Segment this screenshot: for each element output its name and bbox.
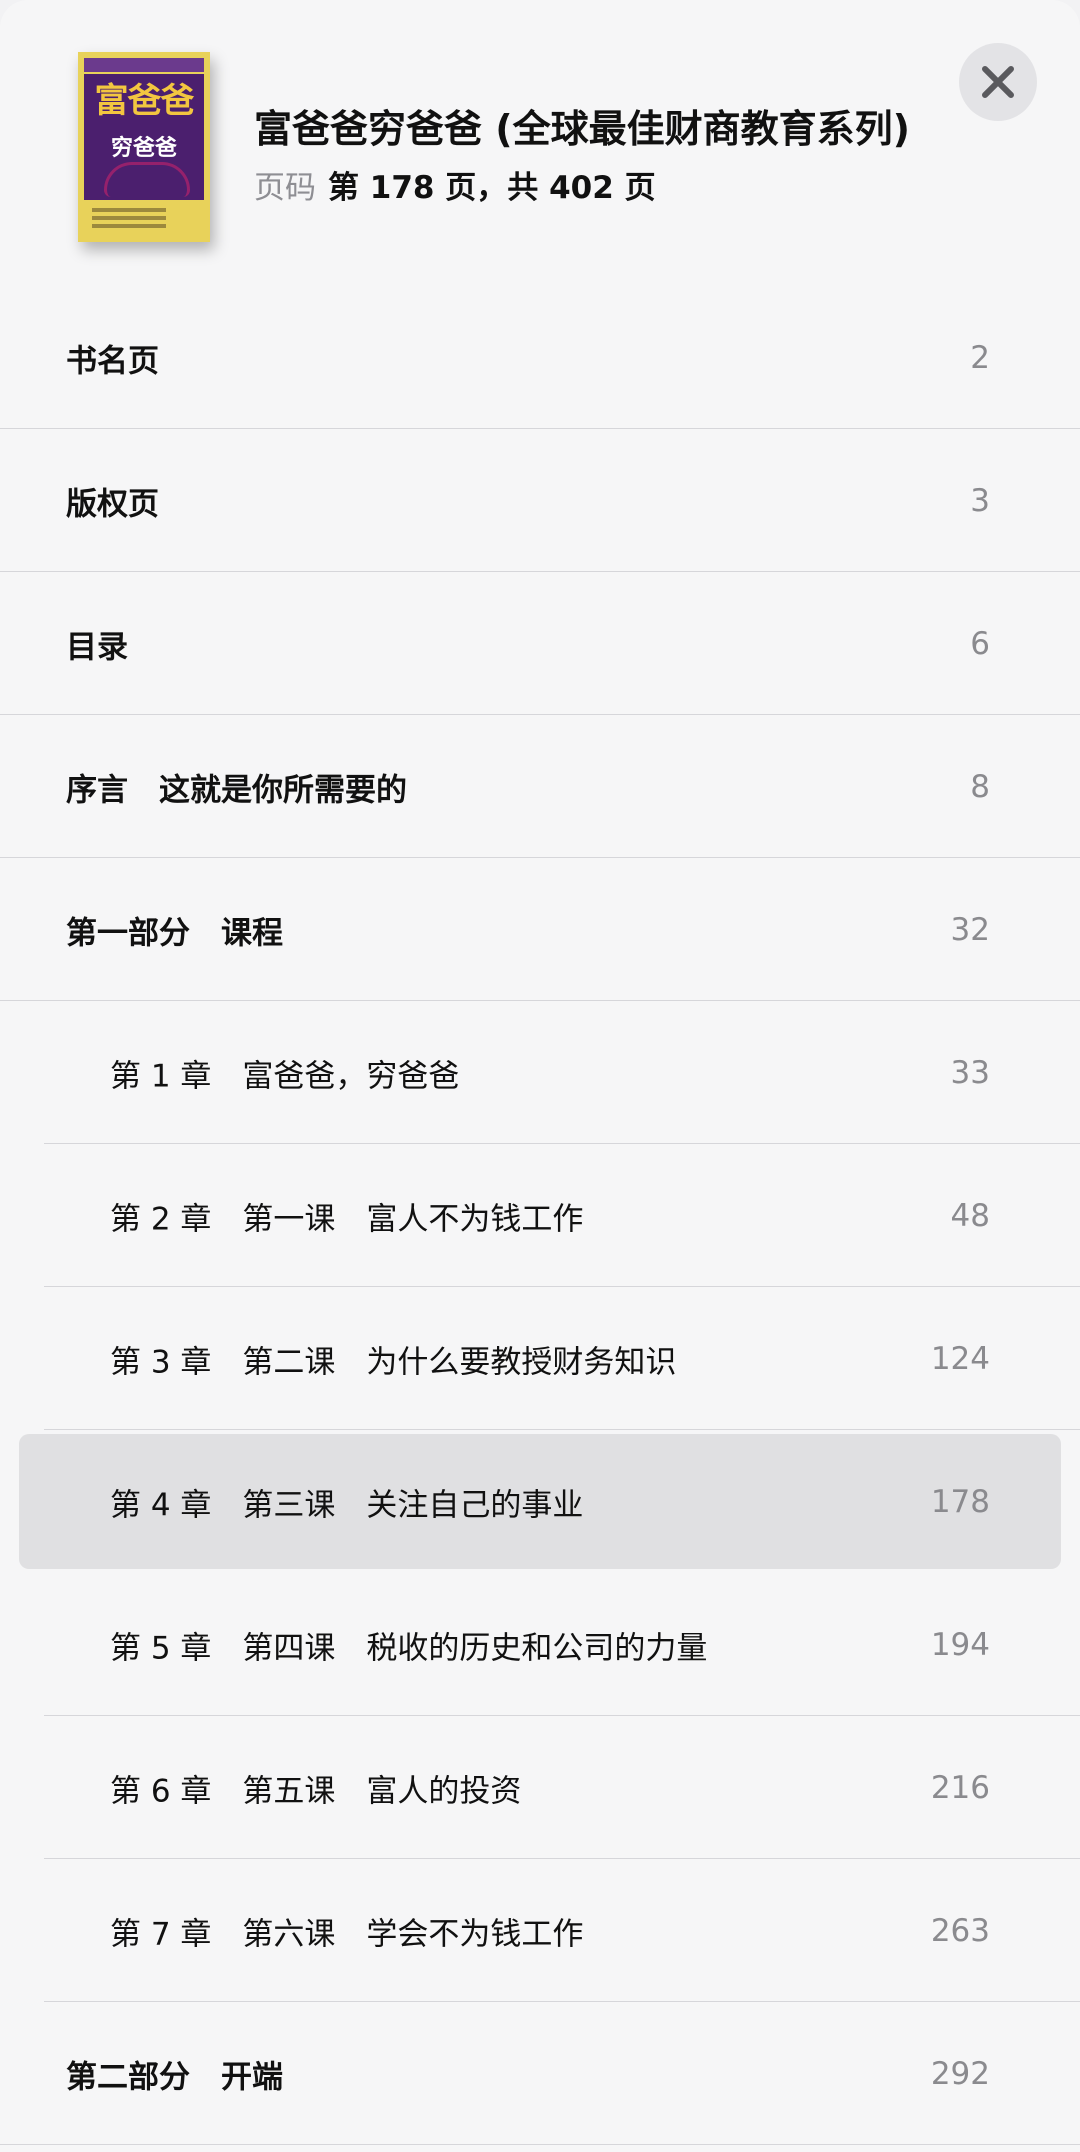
toc-item-page: 48 [950,1197,990,1234]
page-value: 第 178 页，共 402 页 [328,170,656,206]
cover-decoration [104,162,190,197]
toc-item-page: 8 [970,768,990,805]
cover-bottom-band [84,200,204,236]
toc-item[interactable]: 第 7 章 第六课 学会不为钱工作 263 [0,1859,1080,2002]
toc-item-label: 第 3 章 第二课 为什么要教授财务知识 [110,1344,677,1380]
toc-item-page: 32 [950,911,990,948]
page-label: 页码 [254,170,316,206]
toc-item-label: 第 7 章 第六课 学会不为钱工作 [110,1916,584,1952]
toc-item-page: 2 [970,339,990,376]
toc-item-label: 第一部分 课程 [66,915,283,951]
cover-subtitle: 穷爸爸 [110,136,177,161]
toc-item-label: 目录 [66,629,128,665]
cover-strip [84,58,204,74]
toc-list: 书名页 2 版权页 3 目录 6 序言 这就是你所需要的 8 第一部分 课程 32 第 1 章 富爸… [0,286,1080,2145]
toc-item-label: 第 4 章 第三课 关注自己的事业 [110,1487,584,1523]
toc-item-page: 124 [930,1340,990,1377]
toc-item-page: 178 [930,1483,990,1520]
toc-item[interactable]: 版权页 3 [0,429,1080,572]
toc-item[interactable]: 序言 这就是你所需要的 8 [0,715,1080,858]
toc-item[interactable]: 目录 6 [0,572,1080,715]
toc-item-label: 书名页 [66,343,159,379]
toc-item-label: 第二部分 开端 [66,2059,283,2095]
toc-item-label: 序言 这就是你所需要的 [66,772,407,808]
toc-item[interactable]: 第 3 章 第二课 为什么要教授财务知识 124 [0,1287,1080,1430]
toc-item[interactable]: 第 5 章 第四课 税收的历史和公司的力量 194 [0,1573,1080,1716]
toc-item-label: 第 2 章 第一课 富人不为钱工作 [110,1201,584,1237]
toc-item[interactable]: 书名页 2 [0,286,1080,429]
toc-item-page: 292 [930,2055,990,2092]
toc-item-page: 194 [930,1626,990,1663]
toc-item[interactable]: 第 2 章 第一课 富人不为钱工作 48 [0,1144,1080,1287]
toc-item[interactable]: 第 1 章 富爸爸，穷爸爸 33 [0,1001,1080,1144]
row-divider [0,2144,1080,2145]
toc-item[interactable]: 第 6 章 第五课 富人的投资 216 [0,1716,1080,1859]
toc-item-page: 6 [970,625,990,662]
close-button[interactable] [959,43,1037,121]
toc-item-page: 216 [930,1769,990,1806]
toc-item[interactable]: 第二部分 开端 292 [0,2002,1080,2145]
toc-item-page: 33 [950,1054,990,1091]
cover-title: 富爸爸 [94,81,195,121]
toc-item[interactable]: 第一部分 课程 32 [0,858,1080,1001]
book-header: 富爸爸 穷爸爸 富爸爸穷爸爸 (全球最佳财商教育系列) 页码第 178 页，共 … [0,0,1080,290]
toc-item-current[interactable]: 第 4 章 第三课 关注自己的事业 178 [0,1430,1080,1573]
toc-sheet: 富爸爸 穷爸爸 富爸爸穷爸爸 (全球最佳财商教育系列) 页码第 178 页，共 … [0,0,1080,2152]
close-icon [982,66,1014,98]
page-info: 页码第 178 页，共 402 页 [254,162,656,207]
book-title: 富爸爸穷爸爸 (全球最佳财商教育系列) [254,107,910,151]
toc-item-page: 3 [970,482,990,519]
book-cover: 富爸爸 穷爸爸 [78,52,210,242]
toc-item-label: 第 5 章 第四课 税收的历史和公司的力量 [110,1630,708,1666]
toc-item-label: 第 1 章 富爸爸，穷爸爸 [110,1058,460,1094]
toc-item-label: 第 6 章 第五课 富人的投资 [110,1773,522,1809]
toc-item-page: 263 [930,1912,990,1949]
toc-item-label: 版权页 [66,486,159,522]
